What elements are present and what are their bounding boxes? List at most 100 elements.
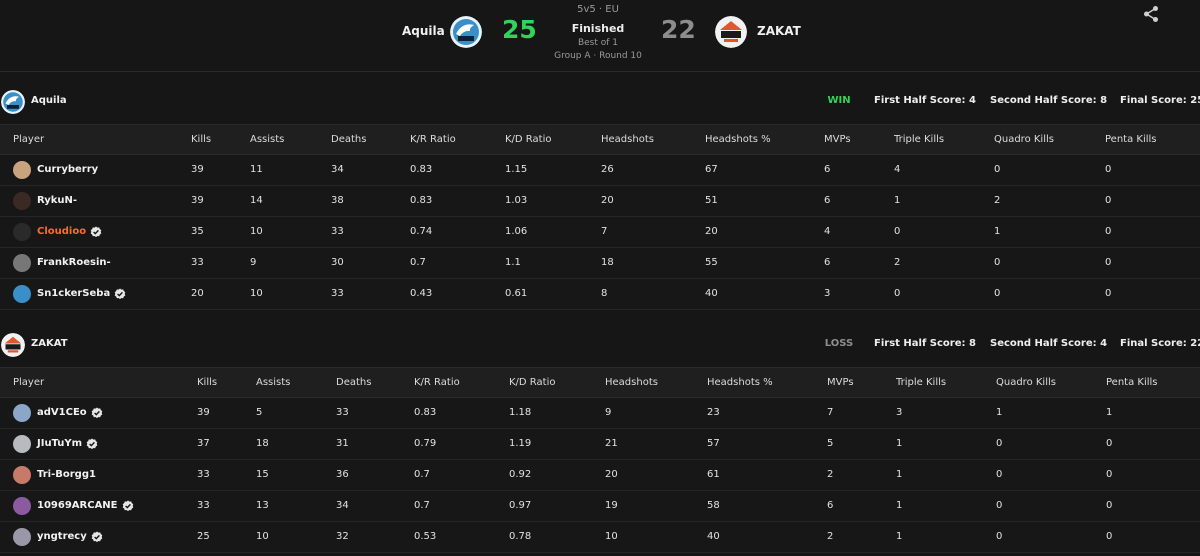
avatar[interactable] xyxy=(13,161,31,179)
player-cell[interactable]: adV1CEo xyxy=(13,398,103,428)
team-name[interactable]: Aquila xyxy=(31,95,67,106)
player-cell[interactable]: JIuTuYm xyxy=(13,429,98,459)
col-quadro-kills[interactable]: Quadro Kills xyxy=(996,368,1056,397)
col-player[interactable]: Player xyxy=(13,368,44,397)
stat-quadro-kills: 1 xyxy=(994,226,1001,237)
col-assists[interactable]: Assists xyxy=(256,368,290,397)
col-penta-kills[interactable]: Penta Kills xyxy=(1106,368,1158,397)
col-mvps[interactable]: MVPs xyxy=(827,368,854,397)
stat-penta-kills: 0 xyxy=(1106,531,1113,542)
team1-score: 25 xyxy=(502,15,537,44)
verified-badge-icon xyxy=(90,226,102,238)
stat-headshots-pct: 40 xyxy=(707,531,720,542)
col-triple-kills[interactable]: Triple Kills xyxy=(894,125,944,154)
player-name[interactable]: FrankRoesin- xyxy=(37,248,111,278)
player-name[interactable]: Curryberry xyxy=(37,155,98,185)
avatar[interactable] xyxy=(13,435,31,453)
stat-kd-ratio: 0.78 xyxy=(509,531,532,542)
verified-badge-icon xyxy=(86,438,98,450)
stat-kr-ratio: 0.83 xyxy=(410,195,433,206)
col-headshots[interactable]: Headshots xyxy=(605,368,658,397)
table-header: Player Kills Assists Deaths K/R Ratio K/… xyxy=(0,124,1200,155)
stat-quadro-kills: 0 xyxy=(994,164,1001,175)
stat-penta-kills: 0 xyxy=(1106,438,1113,449)
player-name[interactable]: 10969ARCANE xyxy=(37,491,118,521)
col-deaths[interactable]: Deaths xyxy=(336,368,371,397)
col-deaths[interactable]: Deaths xyxy=(331,125,366,154)
match-format: 5v5 · EU xyxy=(577,4,619,15)
table-row: yngtrecy 25 10 32 0.53 0.78 10 40 2 1 0 0 xyxy=(0,522,1200,553)
col-kr-ratio[interactable]: K/R Ratio xyxy=(414,368,460,397)
stat-kr-ratio: 0.79 xyxy=(414,438,437,449)
share-icon[interactable] xyxy=(1142,5,1160,23)
stat-headshots: 20 xyxy=(605,469,618,480)
col-quadro-kills[interactable]: Quadro Kills xyxy=(994,125,1054,154)
player-name[interactable]: yngtrecy xyxy=(37,522,87,552)
table-body: Curryberry 39 11 34 0.83 1.15 26 67 6 4 0 0 RykuN- 39… xyxy=(0,155,1200,310)
col-kr-ratio[interactable]: K/R Ratio xyxy=(410,125,456,154)
match-result-badge: WIN xyxy=(827,95,851,106)
zakat-logo[interactable] xyxy=(715,16,747,48)
player-cell[interactable]: 10969ARCANE xyxy=(13,491,134,521)
avatar[interactable] xyxy=(13,528,31,546)
player-cell[interactable]: Cloudioo xyxy=(13,217,102,247)
col-mvps[interactable]: MVPs xyxy=(824,125,851,154)
stat-headshots: 19 xyxy=(605,500,618,511)
stat-assists: 15 xyxy=(256,469,269,480)
col-penta-kills[interactable]: Penta Kills xyxy=(1105,125,1157,154)
stat-quadro-kills: 0 xyxy=(994,257,1001,268)
match-status: Finished xyxy=(571,22,625,35)
aquila-logo[interactable] xyxy=(450,16,482,48)
col-kd-ratio[interactable]: K/D Ratio xyxy=(505,125,551,154)
stat-kd-ratio: 0.61 xyxy=(505,288,528,299)
stat-kd-ratio: 1.03 xyxy=(505,195,528,206)
match-page: Aquila 25 5v5 · EU Finished Best of 1 Gr… xyxy=(0,0,1200,556)
avatar[interactable] xyxy=(13,497,31,515)
col-triple-kills[interactable]: Triple Kills xyxy=(896,368,946,397)
table-row: Curryberry 39 11 34 0.83 1.15 26 67 6 4 0 0 xyxy=(0,155,1200,186)
col-assists[interactable]: Assists xyxy=(250,125,284,154)
col-kd-ratio[interactable]: K/D Ratio xyxy=(509,368,555,397)
player-name[interactable]: JIuTuYm xyxy=(37,429,82,459)
player-name[interactable]: adV1CEo xyxy=(37,398,87,428)
col-player[interactable]: Player xyxy=(13,125,44,154)
stat-headshots-pct: 58 xyxy=(707,500,720,511)
col-headshots[interactable]: Headshots xyxy=(601,125,654,154)
col-kills[interactable]: Kills xyxy=(197,368,217,397)
stat-quadro-kills: 0 xyxy=(996,438,1003,449)
avatar[interactable] xyxy=(13,192,31,210)
stat-deaths: 36 xyxy=(336,469,349,480)
player-name[interactable]: Tri-Borgg1 xyxy=(37,460,96,490)
scoreboard-zakat: Player Kills Assists Deaths K/R Ratio K/… xyxy=(0,367,1200,553)
col-headshots-pct[interactable]: Headshots % xyxy=(707,368,773,397)
table-body: adV1CEo 39 5 33 0.83 1.18 9 23 7 3 1 1 JIuTuYm 37 18 31… xyxy=(0,398,1200,553)
player-cell[interactable]: Sn1ckerSeba xyxy=(13,279,126,309)
team1-name[interactable]: Aquila xyxy=(402,24,445,38)
avatar[interactable] xyxy=(13,254,31,272)
avatar[interactable] xyxy=(13,285,31,303)
team-name[interactable]: ZAKAT xyxy=(31,338,68,349)
stat-headshots: 18 xyxy=(601,257,614,268)
player-cell[interactable]: FrankRoesin- xyxy=(13,248,111,278)
stat-triple-kills: 1 xyxy=(896,469,903,480)
player-cell[interactable]: yngtrecy xyxy=(13,522,103,552)
stat-penta-kills: 0 xyxy=(1106,469,1113,480)
player-cell[interactable]: Tri-Borgg1 xyxy=(13,460,96,490)
stat-kd-ratio: 1.19 xyxy=(509,438,532,449)
stat-headshots: 9 xyxy=(605,407,612,418)
avatar[interactable] xyxy=(13,466,31,484)
stat-penta-kills: 0 xyxy=(1105,288,1112,299)
table-header: Player Kills Assists Deaths K/R Ratio K/… xyxy=(0,367,1200,398)
player-name[interactable]: Cloudioo xyxy=(37,217,86,247)
avatar[interactable] xyxy=(13,404,31,422)
player-cell[interactable]: Curryberry xyxy=(13,155,98,185)
player-name[interactable]: Sn1ckerSeba xyxy=(37,279,110,309)
stat-headshots-pct: 51 xyxy=(705,195,718,206)
avatar[interactable] xyxy=(13,223,31,241)
col-kills[interactable]: Kills xyxy=(191,125,211,154)
player-name[interactable]: RykuN- xyxy=(37,186,77,216)
col-headshots-pct[interactable]: Headshots % xyxy=(705,125,771,154)
stat-deaths: 30 xyxy=(331,257,344,268)
team2-name[interactable]: ZAKAT xyxy=(757,24,801,38)
player-cell[interactable]: RykuN- xyxy=(13,186,77,216)
